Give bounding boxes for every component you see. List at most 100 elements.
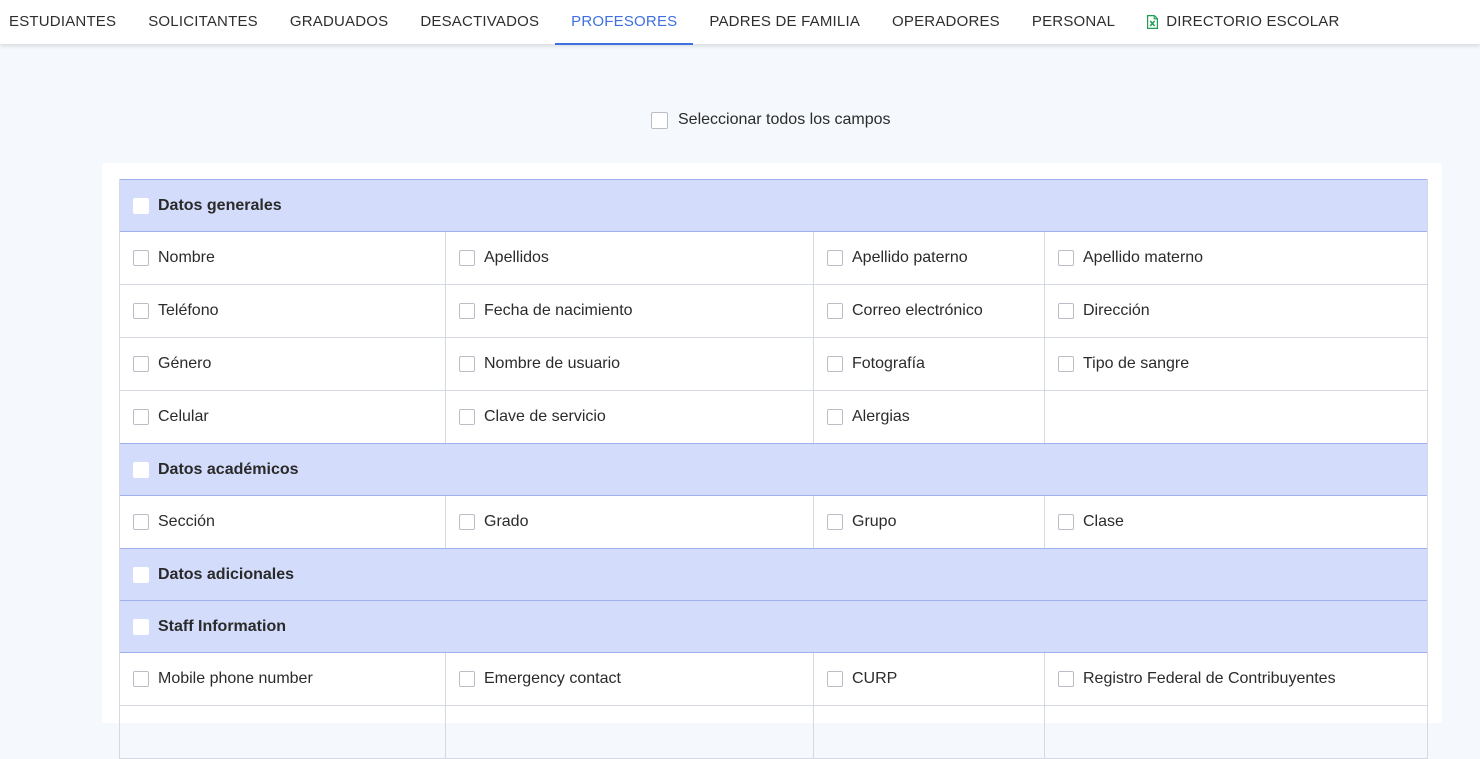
field-celular[interactable]: Celular — [120, 391, 446, 443]
field-correo-electronico[interactable]: Correo electrónico — [814, 285, 1045, 337]
section-checkbox[interactable] — [133, 618, 149, 635]
field-apellido-paterno[interactable]: Apellido paterno — [814, 232, 1045, 284]
field-checkbox[interactable] — [459, 250, 475, 266]
field-apellido-materno[interactable]: Apellido materno — [1045, 232, 1425, 284]
field-checkbox[interactable] — [133, 671, 149, 687]
field-tipo-de-sangre[interactable]: Tipo de sangre — [1045, 338, 1425, 390]
field-checkbox[interactable] — [133, 303, 149, 319]
field-label: Correo electrónico — [852, 302, 983, 319]
section-checkbox[interactable] — [133, 461, 149, 478]
tab-graduados[interactable]: GRADUADOS — [274, 0, 404, 44]
field-nombre[interactable]: Nombre — [120, 232, 446, 284]
field-checkbox[interactable] — [133, 356, 149, 372]
select-all-checkbox[interactable] — [651, 111, 668, 129]
tab-directorio-escolar[interactable]: DIRECTORIO ESCOLAR — [1131, 0, 1355, 44]
field-checkbox[interactable] — [827, 303, 843, 319]
field-checkbox[interactable] — [133, 514, 149, 530]
field-checkbox[interactable] — [1058, 250, 1074, 266]
field-checkbox[interactable] — [459, 409, 475, 425]
tab-profesores[interactable]: PROFESORES — [555, 0, 694, 45]
field-curp[interactable]: CURP — [814, 653, 1045, 705]
field-label: Alergias — [852, 408, 910, 425]
field-alergias[interactable]: Alergias — [814, 391, 1045, 443]
field-grado[interactable]: Grado — [446, 496, 814, 548]
section-header-staff-information[interactable]: Staff Information — [120, 600, 1427, 653]
tab-label: SOLICITANTES — [148, 13, 258, 30]
field-checkbox[interactable] — [133, 409, 149, 425]
field-checkbox[interactable] — [827, 409, 843, 425]
field-row: Género Nombre de usuario Fotografía Tipo de… — [120, 338, 1427, 391]
excel-file-icon — [1147, 15, 1159, 29]
field-label: Apellido materno — [1083, 249, 1204, 266]
field-label: Clase — [1083, 513, 1124, 530]
tab-solicitantes[interactable]: SOLICITANTES — [132, 0, 274, 44]
field-apellidos[interactable]: Apellidos — [446, 232, 814, 284]
field-telefono[interactable]: Teléfono — [120, 285, 446, 337]
field-direccion[interactable]: Dirección — [1045, 285, 1425, 337]
tab-label: PROFESORES — [571, 13, 678, 30]
section-checkbox[interactable] — [133, 566, 149, 583]
field-checkbox[interactable] — [1058, 303, 1074, 319]
field-clase[interactable]: Clase — [1045, 496, 1425, 548]
field-checkbox[interactable] — [459, 671, 475, 687]
field-clave-de-servicio[interactable]: Clave de servicio — [446, 391, 814, 443]
tab-desactivados[interactable]: DESACTIVADOS — [404, 0, 555, 44]
field-label: Dirección — [1083, 302, 1150, 319]
field-label: Nombre — [158, 249, 215, 266]
select-all-fields[interactable]: Seleccionar todos los campos — [651, 111, 891, 129]
field-label: Sección — [158, 513, 215, 530]
field-label: Tipo de sangre — [1083, 355, 1190, 372]
tab-operadores[interactable]: OPERADORES — [876, 0, 1016, 44]
field-mobile-phone-number[interactable]: Mobile phone number — [120, 653, 446, 705]
tab-personal[interactable]: PERSONAL — [1016, 0, 1131, 44]
section-checkbox[interactable] — [133, 197, 149, 214]
field-checkbox[interactable] — [827, 671, 843, 687]
tab-padres-de-familia[interactable]: PADRES DE FAMILIA — [693, 0, 876, 44]
field-row: Celular Clave de servicio Alergias — [120, 391, 1427, 444]
field-fotografia[interactable]: Fotografía — [814, 338, 1045, 390]
field-seccion[interactable]: Sección — [120, 496, 446, 548]
section-header-datos-generales[interactable]: Datos generales — [120, 179, 1427, 232]
field-checkbox[interactable] — [459, 303, 475, 319]
tab-label: PERSONAL — [1031, 13, 1116, 30]
field-grupo[interactable]: Grupo — [814, 496, 1045, 548]
field-label: Nombre de usuario — [484, 355, 621, 372]
field-label: Fotografía — [852, 355, 925, 372]
empty-cell — [120, 706, 446, 758]
field-genero[interactable]: Género — [120, 338, 446, 390]
field-row: Teléfono Fecha de nacimiento Correo electr… — [120, 285, 1427, 338]
field-checkbox[interactable] — [1058, 356, 1074, 372]
fields-card: Datos generales Nombre Apellidos Apellido p… — [102, 163, 1442, 759]
field-checkbox[interactable] — [827, 514, 843, 530]
field-checkbox[interactable] — [459, 514, 475, 530]
section-title: Datos generales — [158, 196, 282, 214]
tab-label: DIRECTORIO ESCOLAR — [1166, 13, 1340, 30]
field-nombre-de-usuario[interactable]: Nombre de usuario — [446, 338, 814, 390]
field-row: Nombre Apellidos Apellido paterno Apellido … — [120, 232, 1427, 285]
section-header-datos-academicos[interactable]: Datos académicos — [120, 443, 1427, 496]
fields-grid: Datos generales Nombre Apellidos Apellido p… — [119, 179, 1428, 759]
field-checkbox[interactable] — [827, 250, 843, 266]
select-all-label: Seleccionar todos los campos — [678, 111, 891, 128]
field-checkbox[interactable] — [1058, 671, 1074, 687]
field-registro-federal-de-contribuyentes[interactable]: Registro Federal de Contribuyentes — [1045, 653, 1425, 705]
field-row: Sección Grado Grupo Clase — [120, 496, 1427, 549]
field-fecha-de-nacimiento[interactable]: Fecha de nacimiento — [446, 285, 814, 337]
field-checkbox[interactable] — [1058, 514, 1074, 530]
section-title: Datos académicos — [158, 460, 299, 478]
field-emergency-contact[interactable]: Emergency contact — [446, 653, 814, 705]
field-label: Emergency contact — [484, 670, 621, 687]
tab-label: DESACTIVADOS — [420, 13, 540, 30]
tab-label: GRADUADOS — [289, 13, 389, 30]
section-header-datos-adicionales[interactable]: Datos adicionales — [120, 548, 1427, 601]
field-label: Grupo — [852, 513, 897, 530]
field-checkbox[interactable] — [827, 356, 843, 372]
tab-bar: ESTUDIANTES SOLICITANTES GRADUADOS DESACTIV… — [0, 0, 1480, 45]
field-checkbox[interactable] — [459, 356, 475, 372]
tab-estudiantes[interactable]: ESTUDIANTES — [0, 0, 132, 44]
field-label: CURP — [852, 670, 898, 687]
field-label: Mobile phone number — [158, 670, 313, 687]
field-checkbox[interactable] — [133, 250, 149, 266]
tab-label: OPERADORES — [892, 13, 1000, 30]
field-label: Registro Federal de Contribuyentes — [1083, 670, 1336, 687]
